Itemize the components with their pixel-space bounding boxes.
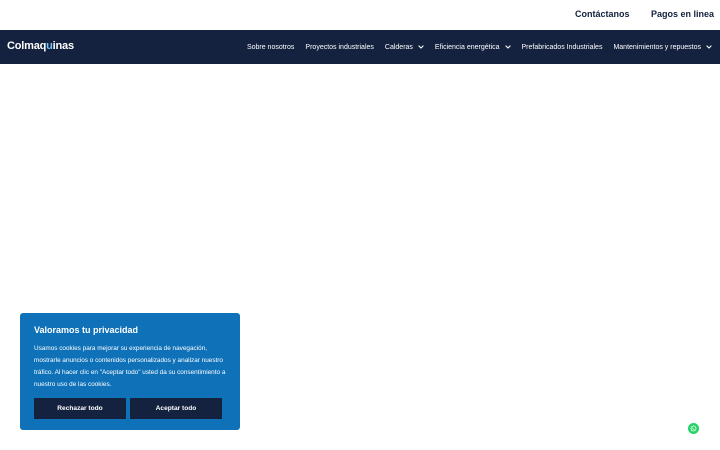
- logo-text-end: inas: [52, 40, 74, 52]
- online-payments-link[interactable]: Pagos en linea: [651, 9, 714, 19]
- accept-all-button[interactable]: Aceptar todo: [130, 398, 222, 419]
- nav-item-label: Proyectos industriales: [305, 43, 374, 51]
- colmaquinas-logo[interactable]: Colmaquinas: [7, 40, 74, 52]
- nav-item-eficiencia-energetica[interactable]: Eficiencia energética: [435, 44, 511, 51]
- top-bar: Contáctanos Pagos en linea: [0, 0, 720, 30]
- nav-item-calderas[interactable]: Calderas: [385, 44, 424, 51]
- nav-item-mantenimientos-repuestos[interactable]: Mantenimientos y repuestos: [613, 44, 712, 51]
- nav-item-label: Eficiencia energética: [434, 43, 500, 51]
- nav-item-sobre-nosotros[interactable]: Sobre nosotros: [247, 44, 294, 51]
- nav-item-prefabricados-industriales[interactable]: Prefabricados Industriales: [522, 44, 603, 51]
- logo-text-start: Colmaq: [7, 40, 47, 52]
- whatsapp-icon: [690, 425, 697, 432]
- main-menu: Sobre nosotros Proyectos industriales Ca…: [247, 30, 712, 64]
- nav-item-label: Prefabricados Industriales: [521, 43, 603, 51]
- nav-item-label: Mantenimientos y repuestos: [613, 43, 701, 51]
- contact-link[interactable]: Contáctanos: [575, 9, 630, 19]
- chevron-down-icon: [418, 45, 424, 49]
- cookie-banner-title: Valoramos tu privacidad: [34, 325, 139, 335]
- cookie-banner-text: Usamos cookies para mejorar su experienc…: [34, 345, 226, 388]
- main-navbar: Colmaquinas Sobre nosotros Proyectos ind…: [0, 30, 720, 64]
- cookie-banner-actions: Rechazar todo Aceptar todo: [34, 398, 222, 419]
- chevron-down-icon: [504, 45, 511, 49]
- reject-all-button[interactable]: Rechazar todo: [34, 398, 126, 419]
- cookie-consent-banner: Valoramos tu privacidad Usamos cookies p…: [20, 313, 240, 430]
- nav-item-label: Sobre nosotros: [246, 43, 295, 51]
- nav-item-label: Calderas: [384, 43, 413, 51]
- whatsapp-chat-button[interactable]: [688, 423, 699, 434]
- nav-item-proyectos-industriales[interactable]: Proyectos industriales: [305, 44, 373, 51]
- chevron-down-icon: [706, 45, 712, 49]
